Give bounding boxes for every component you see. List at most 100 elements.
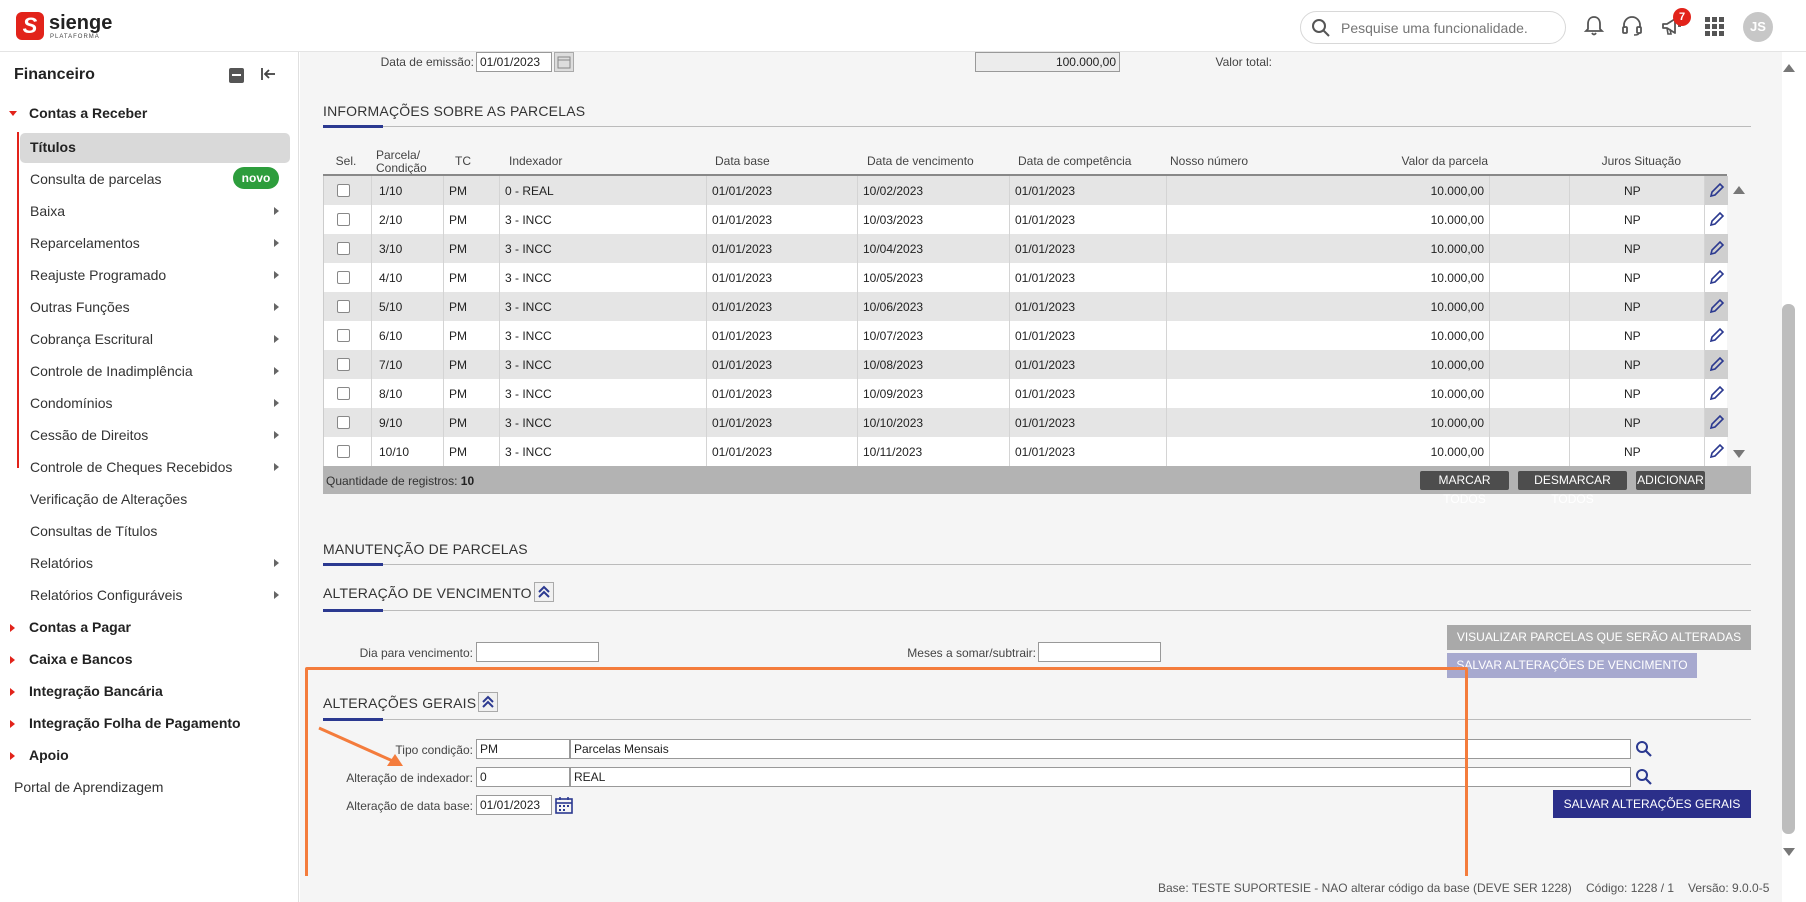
row-checkbox[interactable] [337,387,350,400]
table-row[interactable]: 4/10 PM 3 - INCC 01/01/2023 10/05/2023 0… [324,263,1728,292]
cell-tc: PM [449,358,467,372]
cell-competencia: 01/01/2023 [1015,416,1076,430]
edit-pencil-icon[interactable] [1705,379,1728,408]
sidebar-item-inadimplencia[interactable]: Controle de Inadimplência [0,356,299,386]
row-checkbox[interactable] [337,271,350,284]
sidebar-section-integracao-bancaria[interactable]: Integração Bancária [0,676,299,706]
sidebar-item-consulta-parcelas[interactable]: Consulta de parcelas novo [0,164,299,194]
table-row[interactable]: 9/10 PM 3 - INCC 01/01/2023 10/10/2023 0… [324,408,1728,437]
sidebar-item-outras-funcoes[interactable]: Outras Funções [0,292,299,322]
salvar-vencimento-button[interactable]: SALVAR ALTERAÇÕES DE VENCIMENTO [1447,653,1697,678]
row-checkbox[interactable] [337,329,350,342]
count-value: 10 [460,474,475,488]
cell-data-base: 01/01/2023 [712,300,773,314]
sidebar-item-reajuste[interactable]: Reajuste Programado [0,260,299,290]
cell-indexador: 3 - INCC [505,387,552,401]
table-row[interactable]: 1/10 PM 0 - REAL 01/01/2023 10/02/2023 0… [324,176,1728,205]
sidebar-item-consultas-titulos[interactable]: Consultas de Títulos [0,516,299,546]
table-row[interactable]: 8/10 PM 3 - INCC 01/01/2023 10/09/2023 0… [324,379,1728,408]
row-checkbox[interactable] [337,300,350,313]
user-avatar[interactable]: JS [1743,12,1773,42]
indexador-code[interactable] [476,767,570,787]
search-icon[interactable] [1635,768,1653,786]
sienge-logo[interactable]: S sienge PLATAFORMA [16,12,116,42]
sidebar-item-relatorios-configuraveis[interactable]: Relatórios Configuráveis [0,580,299,610]
sidebar-item-cessao[interactable]: Cessão de Direitos [0,420,299,450]
row-checkbox[interactable] [337,242,350,255]
table-row[interactable]: 5/10 PM 3 - INCC 01/01/2023 10/06/2023 0… [324,292,1728,321]
edit-pencil-icon[interactable] [1705,437,1728,466]
sidebar-section-caixa-bancos[interactable]: Caixa e Bancos [0,644,299,674]
row-checkbox[interactable] [337,184,350,197]
row-checkbox[interactable] [337,358,350,371]
calendar-icon[interactable] [554,52,574,72]
visualizar-parcelas-button[interactable]: VISUALIZAR PARCELAS QUE SERÃO ALTERADAS [1447,625,1751,650]
page-scrollbar[interactable] [1782,52,1806,902]
edit-pencil-icon[interactable] [1705,350,1728,379]
cell-valor: 10.000,00 [1430,387,1484,401]
sidebar-section-folha-pagamento[interactable]: Integração Folha de Pagamento [0,708,299,738]
sidebar-section-apoio[interactable]: Apoio [0,740,299,770]
bell-icon[interactable] [1582,14,1606,38]
search-box[interactable] [1300,11,1566,44]
scroll-down-icon[interactable] [1733,450,1745,458]
adicionar-button[interactable]: ADICIONAR [1636,471,1705,490]
sidebar-section-contas-receber[interactable]: Contas a Receber [0,98,299,128]
collapse-sidebar-icon[interactable] [258,64,278,84]
calendar-icon[interactable] [554,795,574,815]
table-row[interactable]: 7/10 PM 3 - INCC 01/01/2023 10/08/2023 0… [324,350,1728,379]
cell-competencia: 01/01/2023 [1015,184,1076,198]
sidebar-item-cheques[interactable]: Controle de Cheques Recebidos [0,452,299,482]
search-input[interactable] [1341,18,1556,38]
minimize-icon[interactable] [229,68,244,83]
edit-pencil-icon[interactable] [1705,176,1728,205]
edit-pencil-icon[interactable] [1705,205,1728,234]
sidebar-item-condominios[interactable]: Condomínios [0,388,299,418]
sidebar-item-label: Controle de Cheques Recebidos [30,459,233,475]
row-checkbox[interactable] [337,445,350,458]
cell-situacao: NP [1624,213,1641,227]
table-row[interactable]: 3/10 PM 3 - INCC 01/01/2023 10/04/2023 0… [324,234,1728,263]
cell-valor: 10.000,00 [1430,213,1484,227]
sidebar-item-cobranca[interactable]: Cobrança Escritural [0,324,299,354]
sidebar-item-reparcelamentos[interactable]: Reparcelamentos [0,228,299,258]
edit-pencil-icon[interactable] [1705,408,1728,437]
marcar-todos-button[interactable]: MARCAR TODOS [1420,471,1509,506]
scrollbar-thumb[interactable] [1782,304,1795,834]
table-row[interactable]: 6/10 PM 3 - INCC 01/01/2023 10/07/2023 0… [324,321,1728,350]
cell-tc: PM [449,445,467,459]
row-checkbox[interactable] [337,416,350,429]
table-row[interactable]: 2/10 PM 3 - INCC 01/01/2023 10/03/2023 0… [324,205,1728,234]
scroll-down-icon[interactable] [1783,848,1795,856]
emissao-field[interactable] [476,52,552,72]
sidebar-item-titulos[interactable]: Títulos [0,132,299,468]
apps-grid-icon[interactable] [1702,14,1726,38]
cell-tc: PM [449,416,467,430]
cell-vencimento: 10/10/2023 [863,416,924,430]
sidebar-portal-aprendizagem[interactable]: Portal de Aprendizagem [0,772,299,802]
desmarcar-todos-button[interactable]: DESMARCAR TODOS [1518,471,1627,506]
data-base-input[interactable] [476,795,552,815]
tipo-condicao-code[interactable] [476,739,570,759]
search-icon[interactable] [1635,740,1653,758]
grid-scrollbar[interactable] [1727,176,1751,466]
edit-pencil-icon[interactable] [1705,292,1728,321]
sidebar-item-verificacao[interactable]: Verificação de Alterações [0,484,299,514]
edit-pencil-icon[interactable] [1705,234,1728,263]
collapse-vencimento-button[interactable] [534,582,554,602]
dia-vencimento-input[interactable] [476,642,599,662]
sidebar-item-relatorios[interactable]: Relatórios [0,548,299,578]
row-checkbox[interactable] [337,213,350,226]
headset-icon[interactable] [1620,14,1644,38]
sidebar-section-contas-pagar[interactable]: Contas a Pagar [0,612,299,642]
scroll-up-icon[interactable] [1783,64,1795,72]
sidebar-item-baixa[interactable]: Baixa [0,196,299,226]
scroll-up-icon[interactable] [1733,186,1745,194]
meses-input[interactable] [1038,642,1161,662]
sidebar-section-label: Contas a Receber [29,105,148,121]
collapse-gerais-button[interactable] [478,692,498,712]
table-row[interactable]: 10/10 PM 3 - INCC 01/01/2023 10/11/2023 … [324,437,1728,466]
edit-pencil-icon[interactable] [1705,263,1728,292]
salvar-gerais-button[interactable]: SALVAR ALTERAÇÕES GERAIS [1553,790,1751,818]
edit-pencil-icon[interactable] [1705,321,1728,350]
